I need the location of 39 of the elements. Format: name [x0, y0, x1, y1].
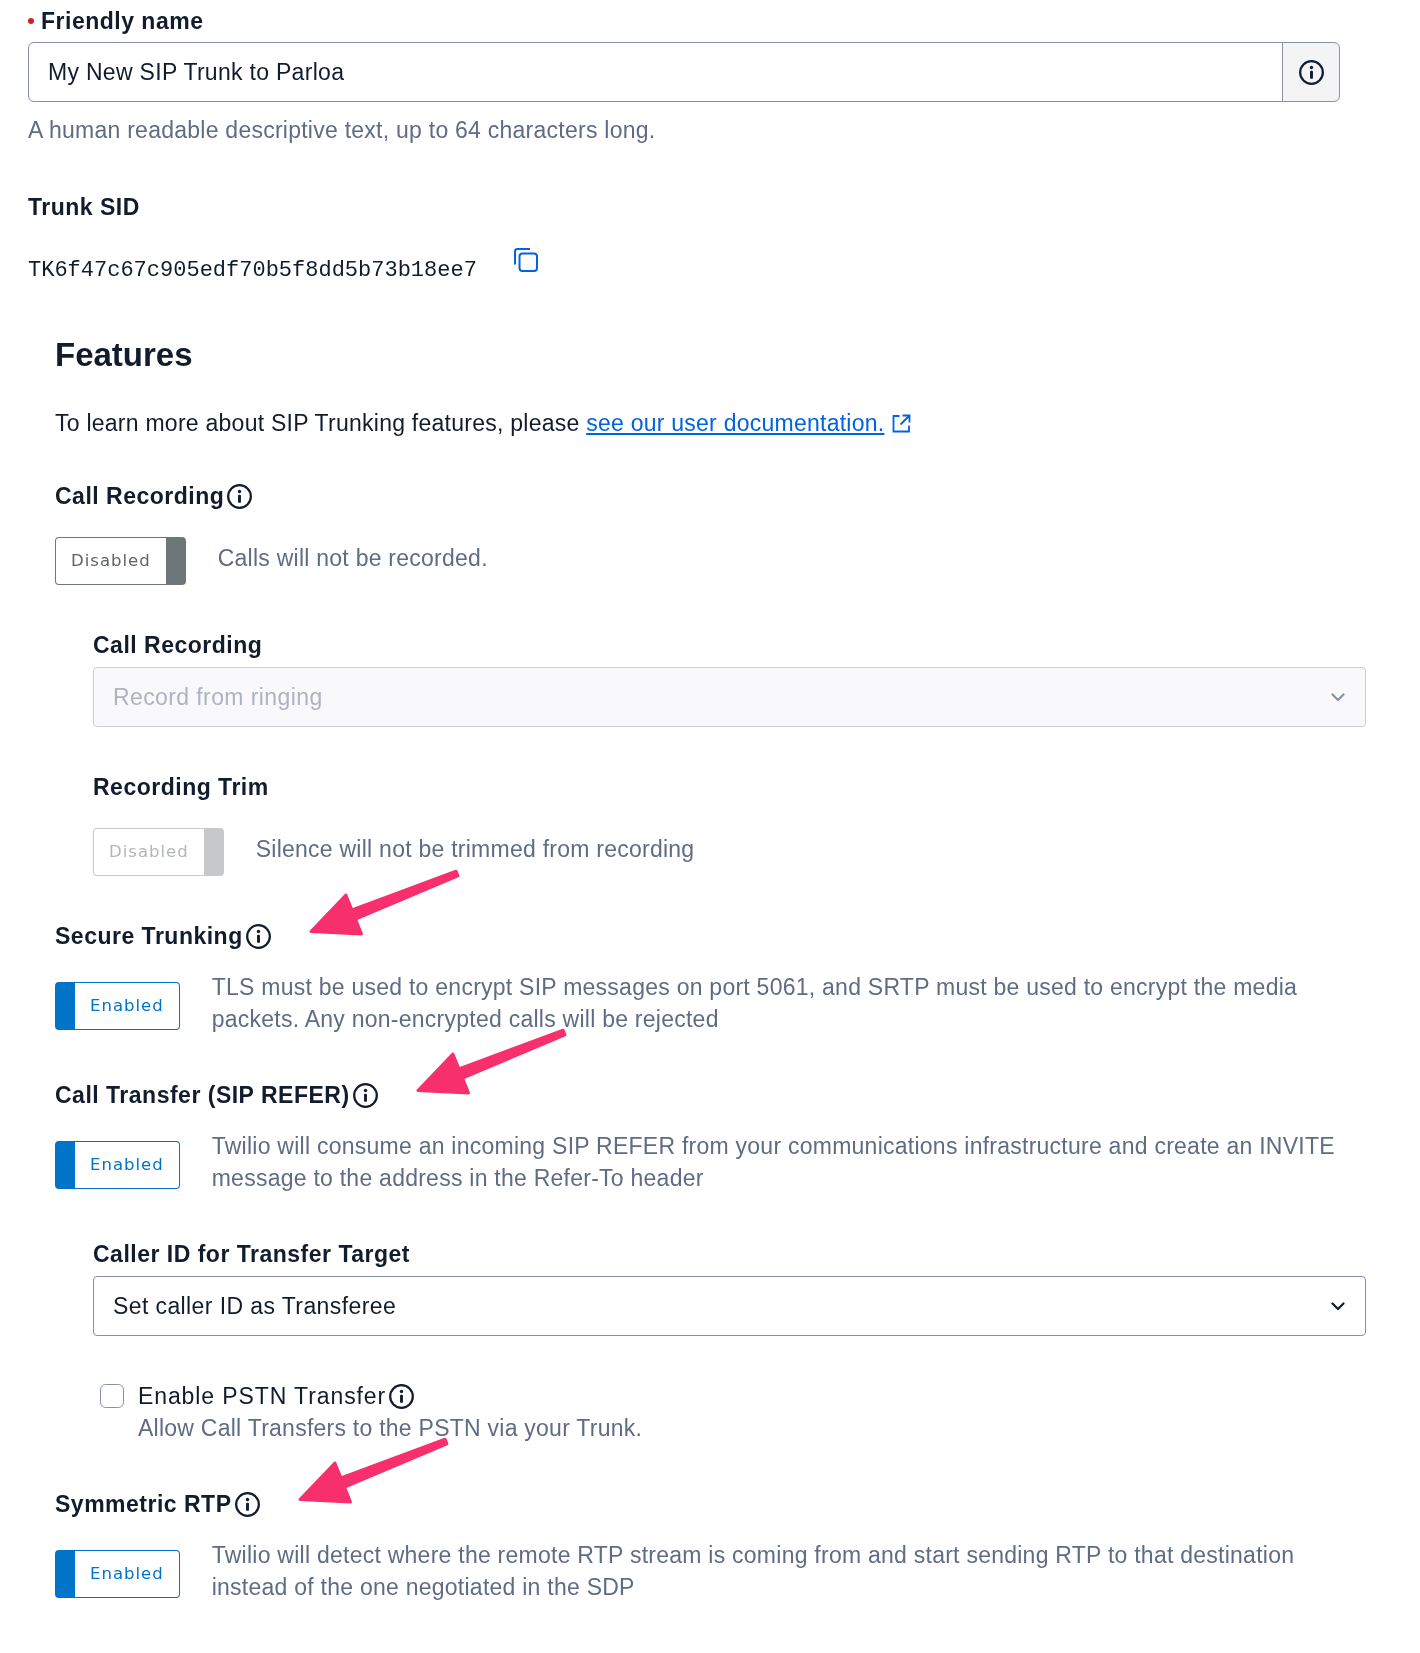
info-icon[interactable] — [352, 1082, 378, 1108]
info-icon[interactable] — [227, 483, 253, 509]
chevron-down-icon — [1331, 692, 1345, 702]
setting-label: Caller ID for Transfer Target — [93, 1241, 410, 1267]
setting-label: Call Recording — [93, 632, 263, 658]
info-icon[interactable] — [389, 1383, 415, 1409]
setting-description: Calls will not be recorded. — [217, 544, 488, 573]
checkbox-description: Allow Call Transfers to the PSTN via your Trunk. — [138, 1414, 643, 1443]
dropdown[interactable]: Set caller ID as Transferee — [93, 1276, 1366, 1336]
setting-label: Call Recording — [55, 483, 225, 509]
setting-description: TLS must be used to encrypt SIP messages on port 5061, and SRTP must be used to encrypt the media packets. Any non-encrypted calls will be rejected — [211, 973, 1299, 1034]
checkbox-label: Enable PSTN Transfer — [138, 1383, 387, 1409]
text-input[interactable]: My New SIP Trunk to Parloa — [28, 42, 1283, 102]
info-icon[interactable] — [234, 1491, 260, 1517]
info-icon[interactable] — [245, 923, 271, 949]
field-label: Friendly name — [41, 8, 204, 34]
external-link-icon — [892, 414, 912, 433]
setting-label: Call Transfer (SIP REFER) — [55, 1082, 350, 1108]
info-button[interactable] — [1282, 42, 1340, 102]
documentation-link[interactable]: see our user documentation. — [586, 410, 912, 436]
setting-description: Twilio will detect where the remote RTP stream is coming from and start sending RTP to that destination instead of the one negotiated in the SDP — [211, 1541, 1296, 1602]
toggle-switch[interactable]: Enabled — [55, 1141, 180, 1189]
setting-label: Secure Trunking — [55, 923, 243, 949]
intro-text: To learn more about SIP Trunking features, please see our user documentation. — [55, 410, 1366, 436]
copy-icon[interactable] — [512, 247, 538, 272]
setting-description: Silence will not be trimmed from recording — [255, 835, 695, 864]
setting-label: Recording Trim — [93, 774, 269, 800]
setting-label: Symmetric RTP — [55, 1491, 232, 1517]
checkbox[interactable] — [100, 1384, 124, 1408]
info-icon[interactable] — [1298, 59, 1324, 85]
setting-description: Twilio will consume an incoming SIP REFER from your communications infrastructure and create an INVITE message to the address in the Refer-To header — [211, 1132, 1336, 1193]
toggle-switch[interactable]: Enabled — [55, 1550, 180, 1598]
trunk-sid-value: TK6f47c67c905edf70b5f8dd5b73b18ee7 — [28, 259, 477, 283]
toggle-switch[interactable]: Enabled — [55, 982, 180, 1030]
chevron-down-icon — [1331, 1301, 1345, 1311]
toggle-switch[interactable]: Disabled — [55, 537, 186, 585]
section-heading: Features — [55, 336, 194, 374]
help-text: A human readable descriptive text, up to 64 characters long. — [28, 117, 657, 143]
field-label: Trunk SID — [28, 194, 141, 220]
